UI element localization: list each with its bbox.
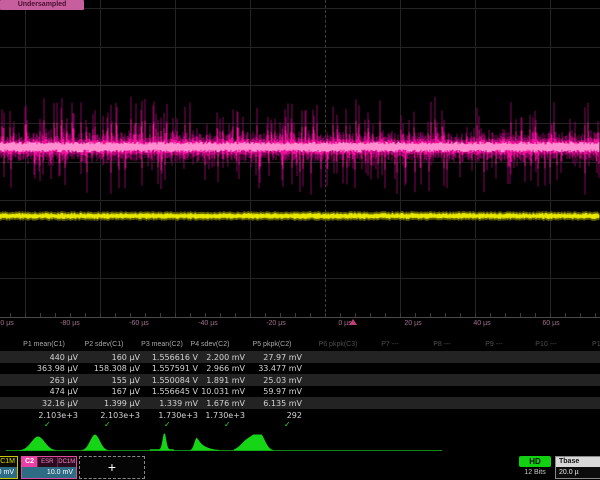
param-value: 25.03 mV [230,375,302,386]
param-value: 27.97 mV [230,352,302,363]
param-header-p5[interactable]: P5 pkpk(C2) [234,340,310,350]
status-check-icon: ✓ [284,420,291,429]
status-check-icon: ✓ [164,420,171,429]
undersampled-warning-badge: Undersampled [0,0,84,10]
c1-vertical-scale: 10.0 mV [0,467,17,478]
c1-coupling-badge: DC1M [0,457,17,467]
add-trace-button[interactable]: + [79,456,145,479]
timebase-title: Tbase [556,457,600,467]
param-value: 292 [230,410,302,421]
channel-c1-descriptor-box[interactable]: DC1M 10.0 mV [0,456,18,479]
param-value: 6.135 mV [230,398,302,409]
waveform-area [0,0,600,318]
status-check-icon: ✓ [224,420,231,429]
plus-icon: + [108,459,116,475]
histicon-spike[interactable] [150,434,174,451]
param-header-unused[interactable]: P11 [568,340,600,350]
x-axis-label: 0 µs [323,320,367,327]
histicon-bell[interactable] [82,435,108,451]
histicon-decay[interactable] [188,438,220,451]
hd-bits-label: 12 Bits [519,467,551,477]
status-check-icon: ✓ [104,420,111,429]
x-axis-label: 60 µs [529,320,573,327]
param-header-unused[interactable]: P9 --- [464,340,524,350]
c2-esr-badge: ESR [37,457,57,467]
histicon-baseline [6,450,442,451]
x-axis-label: -80 µs [48,320,92,327]
status-check-icon: ✓ [44,420,51,429]
param-value: 59.97 mV [230,386,302,397]
c2-channel-tag: C2 [22,457,37,467]
histicon-bell[interactable] [20,437,56,451]
hd-badge: HD [519,456,551,467]
param-header-unused[interactable]: P10 --- [516,340,576,350]
param-value: 33.477 mV [230,363,302,374]
c2-coupling-badge: DC1M [57,457,77,467]
oscilloscope-screen: -100 µs -80 µs -60 µs -40 µs -20 µs 0 µs 20 µs… [0,0,600,480]
channel-c2-descriptor-box[interactable]: C2 ESR DC1M 10.0 mV [21,456,77,479]
histicon-bell2[interactable] [234,435,274,451]
x-axis-label: -100 µs [0,320,24,327]
x-axis-label: 20 µs [391,320,435,327]
x-axis-label: -40 µs [186,320,230,327]
c2-vertical-scale: 10.0 mV [22,467,76,478]
x-axis-label: -20 µs [254,320,298,327]
x-axis-label: 40 µs [460,320,504,327]
param-header-unused[interactable]: P8 --- [412,340,472,350]
trigger-time-marker-icon[interactable] [349,319,357,325]
hd-mode-indicator[interactable]: HD 12 Bits [519,456,551,479]
timebase-value: 20.0 µ [556,467,600,478]
x-axis-label: -60 µs [117,320,161,327]
parameter-histicons[interactable] [0,429,460,453]
param-header-unused[interactable]: P7 --- [360,340,420,350]
timebase-descriptor-box[interactable]: Tbase 20.0 µ [555,456,600,479]
param-header-unused[interactable]: P6 pkpk(C3) [308,340,368,350]
